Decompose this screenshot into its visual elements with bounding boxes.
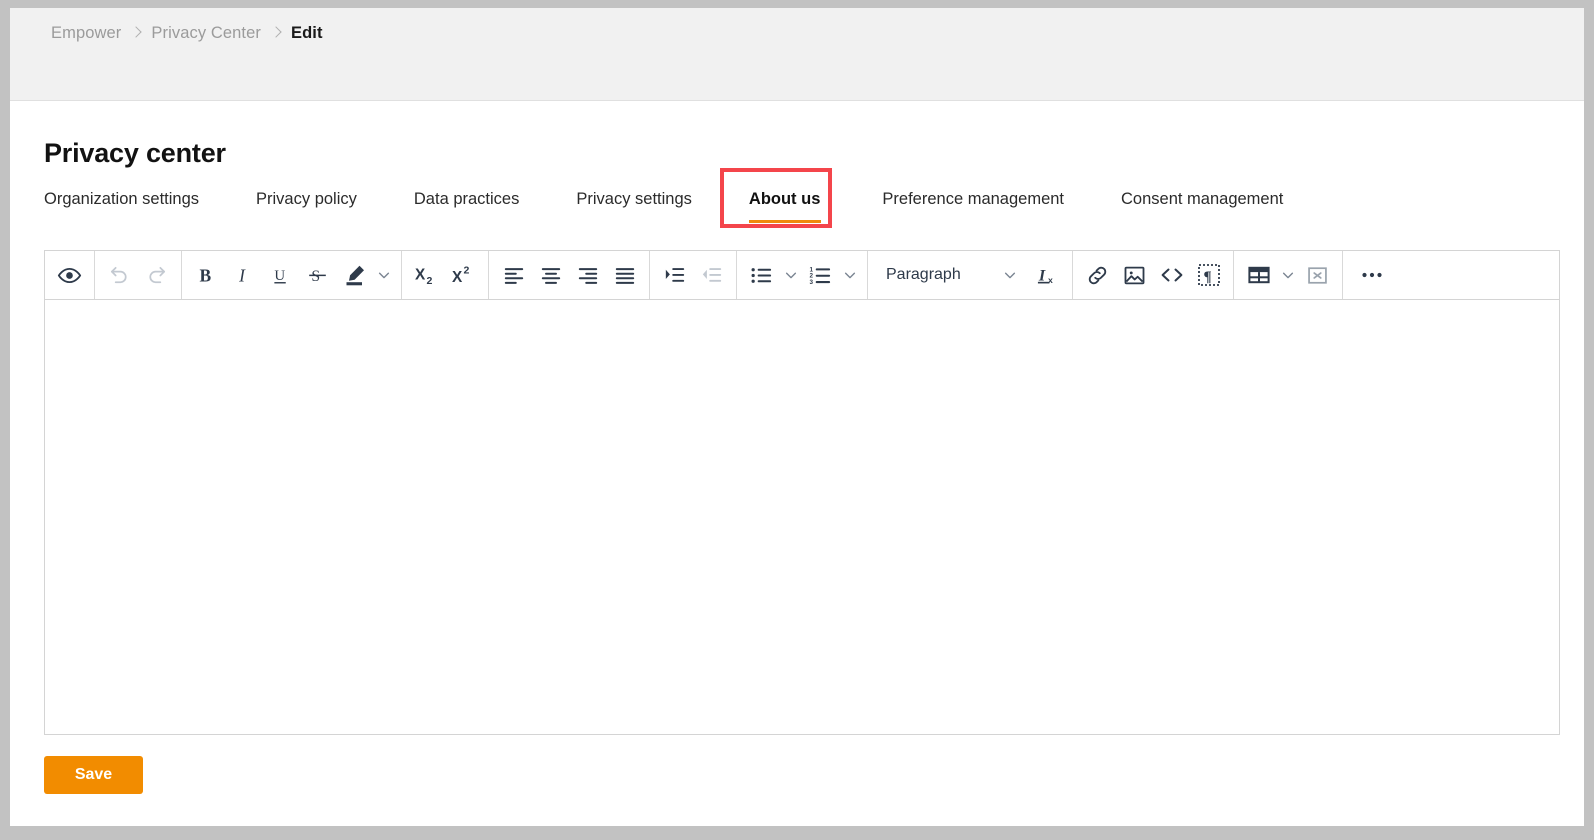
toolbar-group-block-format: Paragraph I x [868, 251, 1073, 299]
form-actions: Save [44, 756, 1584, 794]
align-justify-icon[interactable] [606, 252, 643, 299]
redo-icon[interactable] [138, 252, 175, 299]
align-right-icon[interactable] [569, 252, 606, 299]
chevron-down-icon[interactable] [780, 252, 802, 299]
formatting-marks-icon[interactable]: ¶ [1190, 252, 1227, 299]
tab-about-us[interactable]: About us [749, 190, 821, 223]
more-options-icon[interactable] [1349, 252, 1394, 299]
editor-toolbar: B I U S [45, 251, 1559, 300]
breadcrumb-bar: Empower Privacy Center Edit [10, 8, 1584, 101]
tab-data-practices[interactable]: Data practices [414, 190, 519, 223]
svg-text:I: I [1038, 265, 1046, 284]
tab-bar: Organization settings Privacy policy Dat… [44, 190, 1584, 238]
align-center-icon[interactable] [532, 252, 569, 299]
svg-text:I: I [238, 265, 246, 285]
indent-decrease-icon[interactable] [693, 252, 730, 299]
breadcrumb-item-privacy-center[interactable]: Privacy Center [151, 24, 261, 43]
table-icon[interactable] [1240, 252, 1277, 299]
svg-text:3: 3 [809, 278, 813, 285]
breadcrumb-item-empower[interactable]: Empower [51, 24, 121, 43]
underline-icon[interactable]: U [262, 252, 299, 299]
svg-text:¶: ¶ [1203, 269, 1211, 285]
indent-increase-icon[interactable] [656, 252, 693, 299]
subscript-icon[interactable]: X 2 [408, 252, 445, 299]
strikethrough-icon[interactable]: S [299, 252, 336, 299]
editor-content-area[interactable] [45, 300, 1559, 734]
toolbar-group-table [1234, 251, 1343, 299]
chevron-down-icon[interactable] [839, 252, 861, 299]
screenshot-viewport: Empower Privacy Center Edit Privacy cent… [0, 0, 1594, 840]
toolbar-group-align [489, 251, 650, 299]
svg-text:S: S [311, 267, 320, 284]
chevron-right-icon [272, 27, 280, 40]
bold-icon[interactable]: B [188, 252, 225, 299]
svg-text:X: X [452, 269, 463, 286]
delete-table-icon[interactable] [1299, 252, 1336, 299]
toolbar-group-insert: ¶ [1073, 251, 1234, 299]
rich-text-editor: B I U S [44, 250, 1560, 735]
chevron-down-icon[interactable] [373, 252, 395, 299]
chevron-down-icon [999, 252, 1021, 299]
toolbar-group-indent [650, 251, 737, 299]
svg-text:B: B [200, 265, 212, 285]
paragraph-format-value: Paragraph [886, 266, 961, 284]
bulleted-list-icon[interactable] [743, 252, 780, 299]
eye-icon[interactable] [51, 252, 88, 299]
toolbar-group-history [95, 251, 182, 299]
align-left-icon[interactable] [495, 252, 532, 299]
paragraph-format-dropdown[interactable]: Paragraph [874, 252, 1029, 299]
svg-text:U: U [274, 267, 285, 283]
text-highlight-pen-icon[interactable] [336, 252, 373, 299]
image-icon[interactable] [1116, 252, 1153, 299]
svg-text:2: 2 [427, 275, 433, 287]
chevron-down-icon[interactable] [1277, 252, 1299, 299]
superscript-icon[interactable]: X 2 [445, 252, 482, 299]
toolbar-group-script: X 2 X 2 [402, 251, 489, 299]
tab-organization-settings[interactable]: Organization settings [44, 190, 199, 223]
app-window: Empower Privacy Center Edit Privacy cent… [10, 8, 1584, 826]
clear-formatting-icon[interactable]: I x [1029, 252, 1066, 299]
toolbar-group-text-style: B I U S [182, 251, 402, 299]
toolbar-group-overflow [1343, 251, 1400, 299]
chevron-right-icon [132, 27, 140, 40]
tab-preference-management[interactable]: Preference management [882, 190, 1064, 223]
page-title: Privacy center [44, 138, 1584, 169]
page-content: Privacy center Organization settings Pri… [10, 138, 1584, 826]
toolbar-group-lists: 1 2 3 [737, 251, 868, 299]
tab-privacy-settings[interactable]: Privacy settings [576, 190, 692, 223]
code-icon[interactable] [1153, 252, 1190, 299]
svg-text:x: x [1048, 275, 1053, 285]
save-button[interactable]: Save [44, 756, 143, 794]
breadcrumb-item-edit: Edit [291, 24, 323, 43]
undo-icon[interactable] [101, 252, 138, 299]
italic-icon[interactable]: I [225, 252, 262, 299]
breadcrumb: Empower Privacy Center Edit [51, 24, 323, 43]
svg-text:X: X [415, 266, 426, 283]
tab-consent-management[interactable]: Consent management [1121, 190, 1283, 223]
tab-privacy-policy[interactable]: Privacy policy [256, 190, 357, 223]
toolbar-group-preview [45, 251, 95, 299]
svg-text:2: 2 [464, 264, 470, 276]
numbered-list-icon[interactable]: 1 2 3 [802, 252, 839, 299]
link-icon[interactable] [1079, 252, 1116, 299]
